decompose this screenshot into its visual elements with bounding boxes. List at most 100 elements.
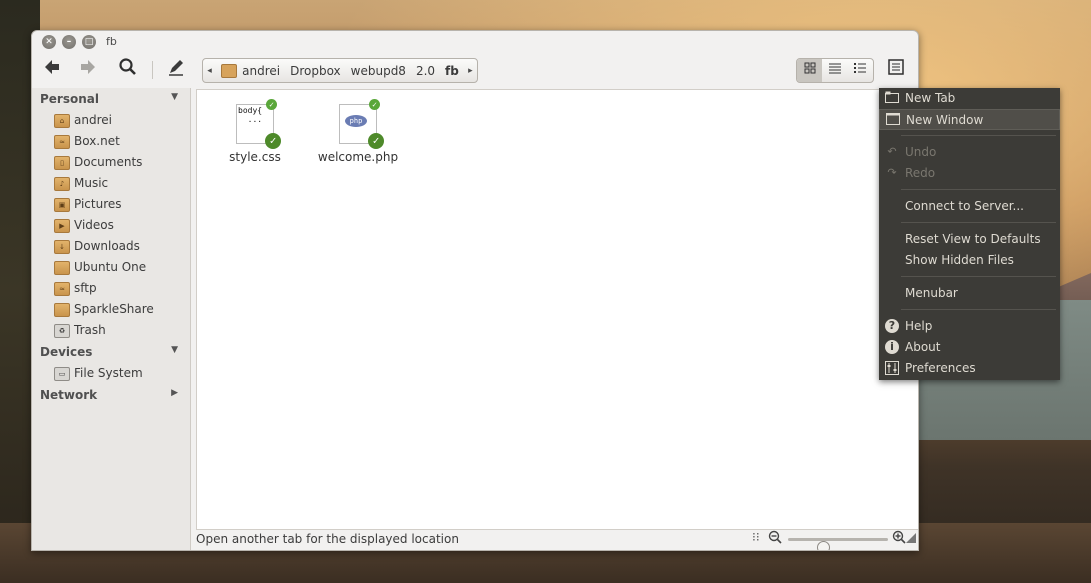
php-file-thumbnail-icon: php ✓ ✓ [339, 99, 384, 149]
toolbar: ◂ andrei Dropbox webupd8 2.0 fb ▸ [32, 53, 918, 87]
forward-arrow-icon[interactable] [76, 57, 100, 81]
menu-item-connect-to-server[interactable]: Connect to Server... [879, 196, 1060, 217]
grid-icon: ⁝⁝ [752, 530, 760, 544]
breadcrumb-item-dropbox[interactable]: Dropbox [285, 64, 346, 78]
menu-separator [901, 276, 1056, 277]
back-arrow-icon[interactable] [40, 57, 64, 81]
section-title: Network [40, 388, 98, 402]
list-icon [828, 63, 841, 74]
sidebar-item-label: Ubuntu One [74, 260, 147, 274]
drive-icon: ▭ [54, 366, 70, 381]
file-item-welcome-php[interactable]: php ✓ ✓ welcome.php [313, 99, 403, 164]
minimize-window-button[interactable]: – [62, 35, 76, 49]
network-folder-icon: ≈ [54, 134, 70, 149]
menu-item-label: Show Hidden Files [905, 253, 1014, 267]
chevron-down-icon: ▼ [171, 92, 178, 102]
file-view[interactable]: body{ ... ✓ ✓ style.css php ✓ ✓ welcome.… [196, 89, 918, 530]
pictures-folder-icon: ▣ [54, 197, 70, 212]
menu-item-menubar[interactable]: Menubar [879, 283, 1060, 304]
zoom-slider-handle[interactable] [817, 541, 830, 550]
downloads-folder-icon: ↓ [54, 239, 70, 254]
icon-view-button[interactable] [797, 59, 823, 82]
sidebar-item-ubuntu-one[interactable]: Ubuntu One [54, 257, 146, 278]
list-view-button[interactable] [822, 59, 847, 82]
synced-check-emblem-icon: ✓ [368, 133, 384, 149]
zoom-control: ⁝⁝ [748, 530, 918, 550]
sidebar-item-label: Box.net [74, 134, 120, 148]
breadcrumb-item-webupd8[interactable]: webupd8 [346, 64, 411, 78]
sidebar-item-label: Music [74, 176, 109, 190]
sidebar-section-network[interactable]: Network ▶ [40, 388, 178, 402]
close-window-button[interactable]: ✕ [42, 35, 56, 49]
php-logo-icon: php [345, 115, 367, 127]
menu-item-label: Reset View to Defaults [905, 232, 1041, 246]
compact-view-button[interactable] [848, 59, 873, 82]
menu-item-label: Menubar [905, 286, 958, 300]
breadcrumb-item-fb[interactable]: fb [440, 64, 464, 78]
toolbar-separator [152, 61, 153, 79]
app-menu-button[interactable] [885, 59, 907, 81]
menu-item-label: New Window [906, 113, 984, 127]
menu-item-new-window[interactable]: New Window [879, 109, 1060, 130]
grid-icon [804, 62, 816, 74]
sidebar-item-documents[interactable]: ▯ Documents [54, 152, 142, 173]
file-item-style-css[interactable]: body{ ... ✓ ✓ style.css [210, 99, 300, 164]
menu-item-preferences[interactable]: Preferences [879, 358, 1060, 379]
sidebar-item-trash[interactable]: ♻ Trash [54, 320, 106, 341]
sidebar-item-label: File System [74, 366, 143, 380]
home-folder-icon [221, 63, 238, 78]
menu-item-new-tab[interactable]: New Tab [879, 88, 1060, 109]
redo-icon: ↷ [887, 166, 897, 179]
menu-item-reset-view[interactable]: Reset View to Defaults [879, 229, 1060, 250]
maximize-window-button[interactable]: □ [82, 35, 96, 49]
videos-folder-icon: ▶ [54, 218, 70, 233]
sidebar-item-music[interactable]: ♪ Music [54, 173, 108, 194]
menu-item-about[interactable]: i About [879, 337, 1060, 358]
path-scroll-right-button[interactable]: ▸ [464, 66, 477, 76]
menu-item-help[interactable]: ? Help [879, 316, 1060, 337]
path-scroll-left-button[interactable]: ◂ [203, 66, 216, 76]
breadcrumb-item-home[interactable]: andrei [216, 63, 285, 78]
sidebar-item-videos[interactable]: ▶ Videos [54, 215, 114, 236]
menu-item-label: Connect to Server... [905, 199, 1024, 213]
menu-item-undo[interactable]: ↶ Undo [879, 142, 1060, 163]
sync-check-emblem-icon: ✓ [266, 99, 277, 110]
menu-icon [888, 59, 904, 75]
synced-check-emblem-icon: ✓ [265, 133, 281, 149]
menu-item-label: Preferences [905, 361, 976, 375]
chevron-right-icon: ▶ [171, 388, 178, 398]
sidebar-item-andrei[interactable]: ⌂ andrei [54, 110, 112, 131]
sidebar-item-file-system[interactable]: ▭ File System [54, 363, 143, 384]
css-file-thumbnail-icon: body{ ... ✓ ✓ [236, 99, 281, 149]
sidebar-item-sparkleshare[interactable]: SparkleShare [54, 299, 154, 320]
file-name: style.css [229, 150, 281, 164]
resize-grip-icon[interactable] [906, 532, 916, 546]
search-icon[interactable] [116, 57, 140, 81]
pencil-icon[interactable] [164, 57, 188, 81]
titlebar: ✕ – □ fb [32, 31, 918, 53]
file-manager-window: ✕ – □ fb ◂ andrei Dropbox webupd8 2.0 fb [31, 30, 919, 551]
sidebar-section-devices[interactable]: Devices ▼ [40, 345, 178, 359]
menu-item-label: About [905, 340, 941, 354]
menu-item-label: Help [905, 319, 933, 333]
chevron-down-icon: ▼ [171, 345, 178, 355]
zoom-in-icon[interactable] [892, 530, 906, 547]
sidebar-item-downloads[interactable]: ↓ Downloads [54, 236, 140, 257]
menu-item-redo[interactable]: ↷ Redo [879, 163, 1060, 184]
zoom-out-icon[interactable] [768, 530, 782, 547]
breadcrumb-item-2-0[interactable]: 2.0 [411, 64, 440, 78]
zoom-slider[interactable] [788, 538, 888, 550]
help-icon: ? [885, 319, 899, 333]
new-window-icon [886, 113, 900, 127]
sidebar-item-sftp[interactable]: ≈ sftp [54, 278, 97, 299]
file-preview-text: body{ ... [238, 106, 263, 124]
sidebar-item-pictures[interactable]: ▣ Pictures [54, 194, 122, 215]
trash-icon: ♻ [54, 323, 70, 338]
sidebar-section-personal[interactable]: Personal ▼ [40, 92, 178, 106]
view-switcher [796, 58, 874, 83]
compact-list-icon [854, 63, 867, 73]
breadcrumb-label: andrei [242, 63, 281, 78]
sidebar-item-box-net[interactable]: ≈ Box.net [54, 131, 120, 152]
menu-item-show-hidden-files[interactable]: Show Hidden Files [879, 250, 1060, 271]
new-tab-icon [885, 91, 899, 105]
